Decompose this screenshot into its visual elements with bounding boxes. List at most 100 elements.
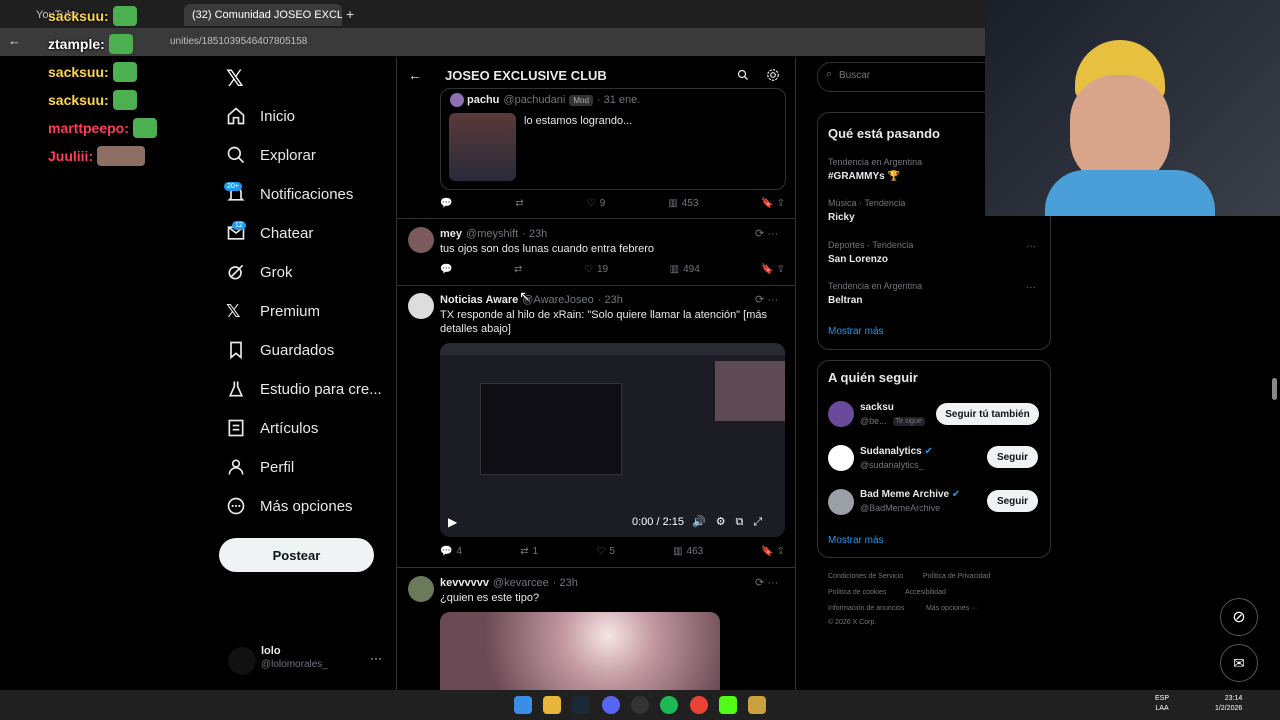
divider [397,218,795,219]
app-icon[interactable] [748,696,766,714]
nav-item-perfil[interactable]: Perfil [226,452,294,482]
mod-badge: Mod [569,94,593,106]
messages-floating-button[interactable]: ✉ [1220,644,1258,682]
nav-item-mas-opciones[interactable]: Más opciones [226,491,353,521]
avatar[interactable] [828,489,854,515]
back-arrow-icon[interactable]: ← [408,67,422,83]
retweet-icon[interactable]: ⇄ [514,264,522,275]
show-more-link[interactable]: Mostrar más [828,535,884,546]
reply-button[interactable]: 💬 4 [440,546,462,557]
emote-icon [112,6,137,26]
bookmark-share-icons[interactable]: 🔖 ⇪ [761,546,785,557]
follow-title: A quién seguir [828,370,918,385]
follow-handle: @BadMemeArchive [860,503,941,513]
file-explorer-icon[interactable] [543,696,561,714]
url-field[interactable]: unities/1851039546407805158 [170,33,307,51]
video-player[interactable]: ▶ 0:00 / 2:15 🔊⚙⧉⤢ [440,343,785,537]
more-icon[interactable]: ⟳ ··· [755,227,778,240]
chat-message: sacksuu: [48,62,137,82]
start-icon[interactable] [514,696,532,714]
steam-icon[interactable] [572,696,590,714]
nav-item-notificaciones[interactable]: Notificaciones [226,179,353,209]
follow-button[interactable]: Seguir [987,490,1038,512]
scrollbar-thumb[interactable] [1272,378,1277,400]
retweet-icon[interactable]: ⇄ [515,198,523,209]
video-frame [480,383,622,475]
follow-back-button[interactable]: Seguir tú también [936,403,1039,425]
emote-icon [132,118,157,138]
tweet-image[interactable] [440,612,720,690]
more-icon[interactable]: ⟳ ··· [755,576,778,589]
trend-more-icon[interactable]: ··· [1026,282,1036,293]
views-button[interactable]: ▥ 463 [673,546,703,557]
gear-icon[interactable] [766,68,780,82]
trend-item[interactable]: Deportes · Tendencia San Lorenzo [828,240,913,265]
tab-community[interactable]: (32) Comunidad JOSEO EXCLUS... [184,4,342,26]
emote-icon [112,90,137,110]
chat-message: sacksuu: [48,6,137,26]
footer-link[interactable]: Condiciones de Servicio [828,573,903,580]
play-icon[interactable]: ▶ [448,515,457,529]
kick-icon[interactable] [719,696,737,714]
verified-icon: ✔ [924,446,933,457]
new-tab-button[interactable]: + [346,6,354,22]
footer-link[interactable]: Más opciones ··· [926,605,978,612]
chat-message: sacksuu: [48,90,137,110]
reply-icon[interactable]: 💬 [440,198,452,209]
footer-link[interactable]: Información de anuncios [828,605,904,612]
like-button[interactable]: ♡ 19 [584,264,608,275]
follow-name: Sudanalytics ✔ [860,446,933,457]
nav-item-estudio[interactable]: Estudio para cre... [226,374,382,404]
avatar[interactable] [828,401,854,427]
chrome-icon[interactable] [690,696,708,714]
back-icon[interactable]: ← [8,33,21,48]
nav-item-explorar[interactable]: Explorar [226,140,316,170]
footer-link[interactable]: Política de cookies [828,589,886,596]
trend-more-icon[interactable]: ··· [1026,241,1036,252]
bookmark-share-icons[interactable]: 🔖 ⇪ [761,264,785,275]
avatar[interactable] [408,227,434,253]
x-logo-icon[interactable]: 𝕏 [226,66,244,92]
trend-item[interactable]: Tendencia en Argentina #GRAMMYs 🏆 [828,157,922,182]
account-avatar[interactable] [228,647,256,675]
nav-item-premium[interactable]: 𝕏 Premium [226,296,320,326]
views-button[interactable]: ▥ 453 [668,198,698,209]
views-button[interactable]: ▥ 494 [670,264,700,275]
avatar[interactable] [408,576,434,602]
nav-item-grok[interactable]: Grok [226,257,293,287]
quoted-media-thumbnail[interactable] [449,113,516,181]
chat-badge: 12 [232,221,246,230]
nav-item-guardados[interactable]: Guardados [226,335,334,365]
account-more-icon[interactable]: ··· [370,651,382,665]
reply-icon[interactable]: 💬 [440,264,452,275]
nav-item-articulos[interactable]: Artículos [226,413,318,443]
video-controls[interactable]: 🔊⚙⧉⤢ [692,515,772,529]
footer-link[interactable]: Accesibilidad [905,589,946,596]
avatar [450,93,464,107]
avatar[interactable] [408,293,434,319]
grok-floating-button[interactable]: ⊘ [1220,598,1258,636]
spotify-icon[interactable] [660,696,678,714]
trend-item[interactable]: Música · Tendencia Ricky [828,198,905,223]
language-indicator[interactable]: ESP LAA [1155,694,1169,714]
flask-icon [228,381,244,397]
avatar[interactable] [828,445,854,471]
nav-item-inicio[interactable]: Inicio [226,101,295,131]
like-button[interactable]: ♡ 9 [587,198,606,209]
webcam-face [1070,75,1170,185]
obs-icon[interactable] [631,696,649,714]
clock[interactable]: 23:14 1/2/2026 [1215,694,1242,714]
search-input[interactable]: Buscar [839,70,870,81]
search-icon[interactable] [737,69,749,81]
retweet-button[interactable]: ⇄ 1 [520,546,538,557]
footer-link[interactable]: Política de Privacidad [923,573,990,580]
like-button[interactable]: ♡ 5 [596,546,615,557]
discord-icon[interactable] [602,696,620,714]
follow-button[interactable]: Seguir [987,446,1038,468]
grok-icon [228,264,244,280]
post-button[interactable]: Postear [219,538,374,572]
more-icon[interactable]: ⟳ ··· [755,293,778,306]
show-more-link[interactable]: Mostrar más [828,326,884,337]
bookmark-share-icons[interactable]: 🔖 ⇪ [761,198,785,209]
trend-item[interactable]: Tendencia en Argentina Beltran [828,281,922,306]
